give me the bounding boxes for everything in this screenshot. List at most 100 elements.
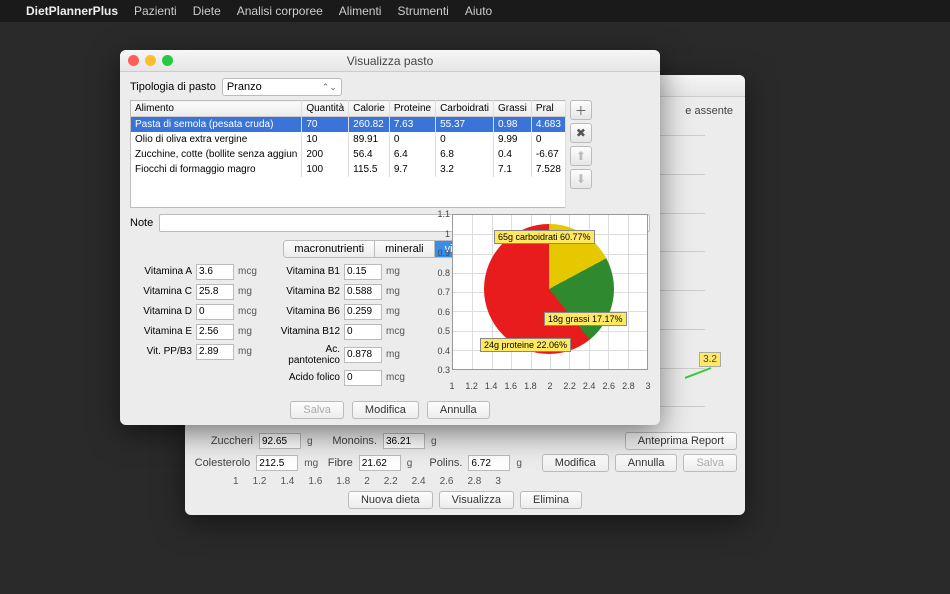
th-proteine[interactable]: Proteine — [389, 101, 435, 117]
back-modifica-button[interactable]: Modifica — [542, 454, 609, 472]
y-tick: 0.8 — [424, 268, 450, 278]
y-tick: 0.4 — [424, 346, 450, 356]
cell: 70 — [302, 117, 349, 133]
cell: 0 — [531, 132, 565, 147]
table-row[interactable]: Pasta di semola (pesata cruda)70260.827.… — [131, 117, 566, 133]
vitamin-unit: mg — [238, 346, 260, 357]
system-menubar: DietPlannerPlus Pazienti Diete Analisi c… — [0, 0, 950, 22]
table-row[interactable]: Fiocchi di formaggio magro100115.59.73.2… — [131, 162, 566, 177]
vitamin-unit: mg — [238, 286, 260, 297]
cell: 200 — [302, 147, 349, 162]
back-chart-line — [685, 366, 715, 380]
label-colesterolo: Colesterolo — [193, 457, 250, 469]
vitamin-row: Vitamina B12mcg — [278, 324, 408, 340]
menu-analisi[interactable]: Analisi corporee — [237, 4, 323, 18]
y-tick: 0.3 — [424, 365, 450, 375]
x-tick: 1.2 — [465, 381, 478, 391]
table-row[interactable]: Zucchine, cotte (bollite senza aggiun200… — [131, 147, 566, 162]
vitamin-input[interactable] — [196, 324, 234, 340]
menu-aiuto[interactable]: Aiuto — [465, 4, 492, 18]
menu-pazienti[interactable]: Pazienti — [134, 4, 177, 18]
label-assente: e assente — [685, 105, 733, 117]
cell: 56.4 — [349, 147, 390, 162]
vitamin-label: Acido folico — [278, 372, 340, 383]
vitamin-input[interactable] — [196, 344, 234, 360]
vitamin-label: Vitamina B1 — [278, 266, 340, 277]
vitamin-unit: mcg — [238, 266, 260, 277]
vitamin-label: Vitamina C — [130, 286, 192, 297]
menu-strumenti[interactable]: Strumenti — [397, 4, 448, 18]
cell: 6.8 — [436, 147, 494, 162]
food-table: Alimento Quantità Calorie Proteine Carbo… — [130, 100, 566, 208]
vitamin-row: Vitamina B6mg — [278, 304, 408, 320]
tab-macronutrienti[interactable]: macronutrienti — [284, 241, 375, 257]
front-salva-button[interactable]: Salva — [290, 401, 344, 419]
app-name[interactable]: DietPlannerPlus — [26, 4, 118, 18]
cell: 260.82 — [349, 117, 390, 133]
vitamin-label: Vit. PP/B3 — [130, 346, 192, 357]
th-carboidrati[interactable]: Carboidrati — [436, 101, 494, 117]
vitamin-input[interactable] — [344, 347, 382, 363]
vitamin-input[interactable] — [344, 324, 382, 340]
window-title: Visualizza pasto — [120, 54, 660, 68]
front-annulla-button[interactable]: Annulla — [427, 401, 490, 419]
unit-fibre: g — [407, 458, 420, 469]
unit-monoins: g — [431, 436, 445, 447]
nuova-dieta-button[interactable]: Nuova dieta — [348, 491, 433, 509]
vitamin-input[interactable] — [344, 264, 382, 280]
menu-alimenti[interactable]: Alimenti — [339, 4, 382, 18]
vitamin-input[interactable] — [196, 304, 234, 320]
vitamin-input[interactable] — [344, 304, 382, 320]
vitamin-unit: mcg — [238, 306, 260, 317]
add-icon[interactable]: ＋ — [570, 100, 592, 120]
visualizza-button[interactable]: Visualizza — [439, 491, 514, 509]
back-salva-button[interactable]: Salva — [683, 454, 737, 472]
th-quantita[interactable]: Quantità — [302, 101, 349, 117]
cell: 115.5 — [349, 162, 390, 177]
cell: 100 — [302, 162, 349, 177]
th-grassi[interactable]: Grassi — [494, 101, 532, 117]
table-row[interactable]: Olio di oliva extra vergine1089.91009.99… — [131, 132, 566, 147]
input-monoins[interactable] — [383, 433, 425, 449]
th-alimento[interactable]: Alimento — [131, 101, 302, 117]
vitamin-input[interactable] — [196, 264, 234, 280]
cell: Zucchine, cotte (bollite senza aggiun — [131, 147, 302, 162]
remove-icon[interactable]: ✖ — [570, 123, 592, 143]
input-zuccheri[interactable] — [259, 433, 301, 449]
vitamin-input[interactable] — [344, 370, 382, 386]
move-up-icon[interactable]: ⬆ — [570, 146, 592, 166]
nutrient-pie-chart: 1.110.90.80.70.60.50.40.3 11.21.41.61.82… — [424, 210, 654, 405]
cell: 0.98 — [494, 117, 532, 133]
input-colesterolo[interactable] — [256, 455, 298, 471]
vitamin-label: Vitamina B2 — [278, 286, 340, 297]
cell: 7.63 — [389, 117, 435, 133]
y-tick: 1.1 — [424, 209, 450, 219]
tipologia-select[interactable]: Pranzo ⌃⌄ — [222, 78, 342, 96]
elimina-button[interactable]: Elimina — [520, 491, 582, 509]
front-modifica-button[interactable]: Modifica — [352, 401, 419, 419]
th-pral[interactable]: Pral — [531, 101, 565, 117]
menu-diete[interactable]: Diete — [193, 4, 221, 18]
th-calorie[interactable]: Calorie — [349, 101, 390, 117]
input-fibre[interactable] — [359, 455, 401, 471]
vitamin-row: Vit. PP/B3 mg — [130, 344, 260, 360]
cell: 7.528 — [531, 162, 565, 177]
move-down-icon[interactable]: ⬇ — [570, 169, 592, 189]
unit-polins: g — [516, 458, 529, 469]
unit-zuccheri: g — [307, 436, 321, 447]
anteprima-report-button[interactable]: Anteprima Report — [625, 432, 737, 450]
vitamin-row: Vitamina Emg — [130, 324, 260, 340]
vitamin-label: Vitamina B6 — [278, 306, 340, 317]
vitamin-input[interactable] — [196, 284, 234, 300]
vitamin-row: Vitamina B2mg — [278, 284, 408, 300]
tipologia-value: Pranzo — [227, 81, 262, 93]
cell: 0 — [389, 132, 435, 147]
vitamin-input[interactable] — [344, 284, 382, 300]
y-tick: 0.7 — [424, 287, 450, 297]
input-polins[interactable] — [468, 455, 510, 471]
back-x-ticks: 11.2 1.41.6 1.82 2.22.4 2.62.8 3 — [193, 476, 737, 487]
cell: 0 — [436, 132, 494, 147]
cell: Pasta di semola (pesata cruda) — [131, 117, 302, 133]
x-tick: 2.2 — [563, 381, 576, 391]
back-annulla-button[interactable]: Annulla — [615, 454, 678, 472]
